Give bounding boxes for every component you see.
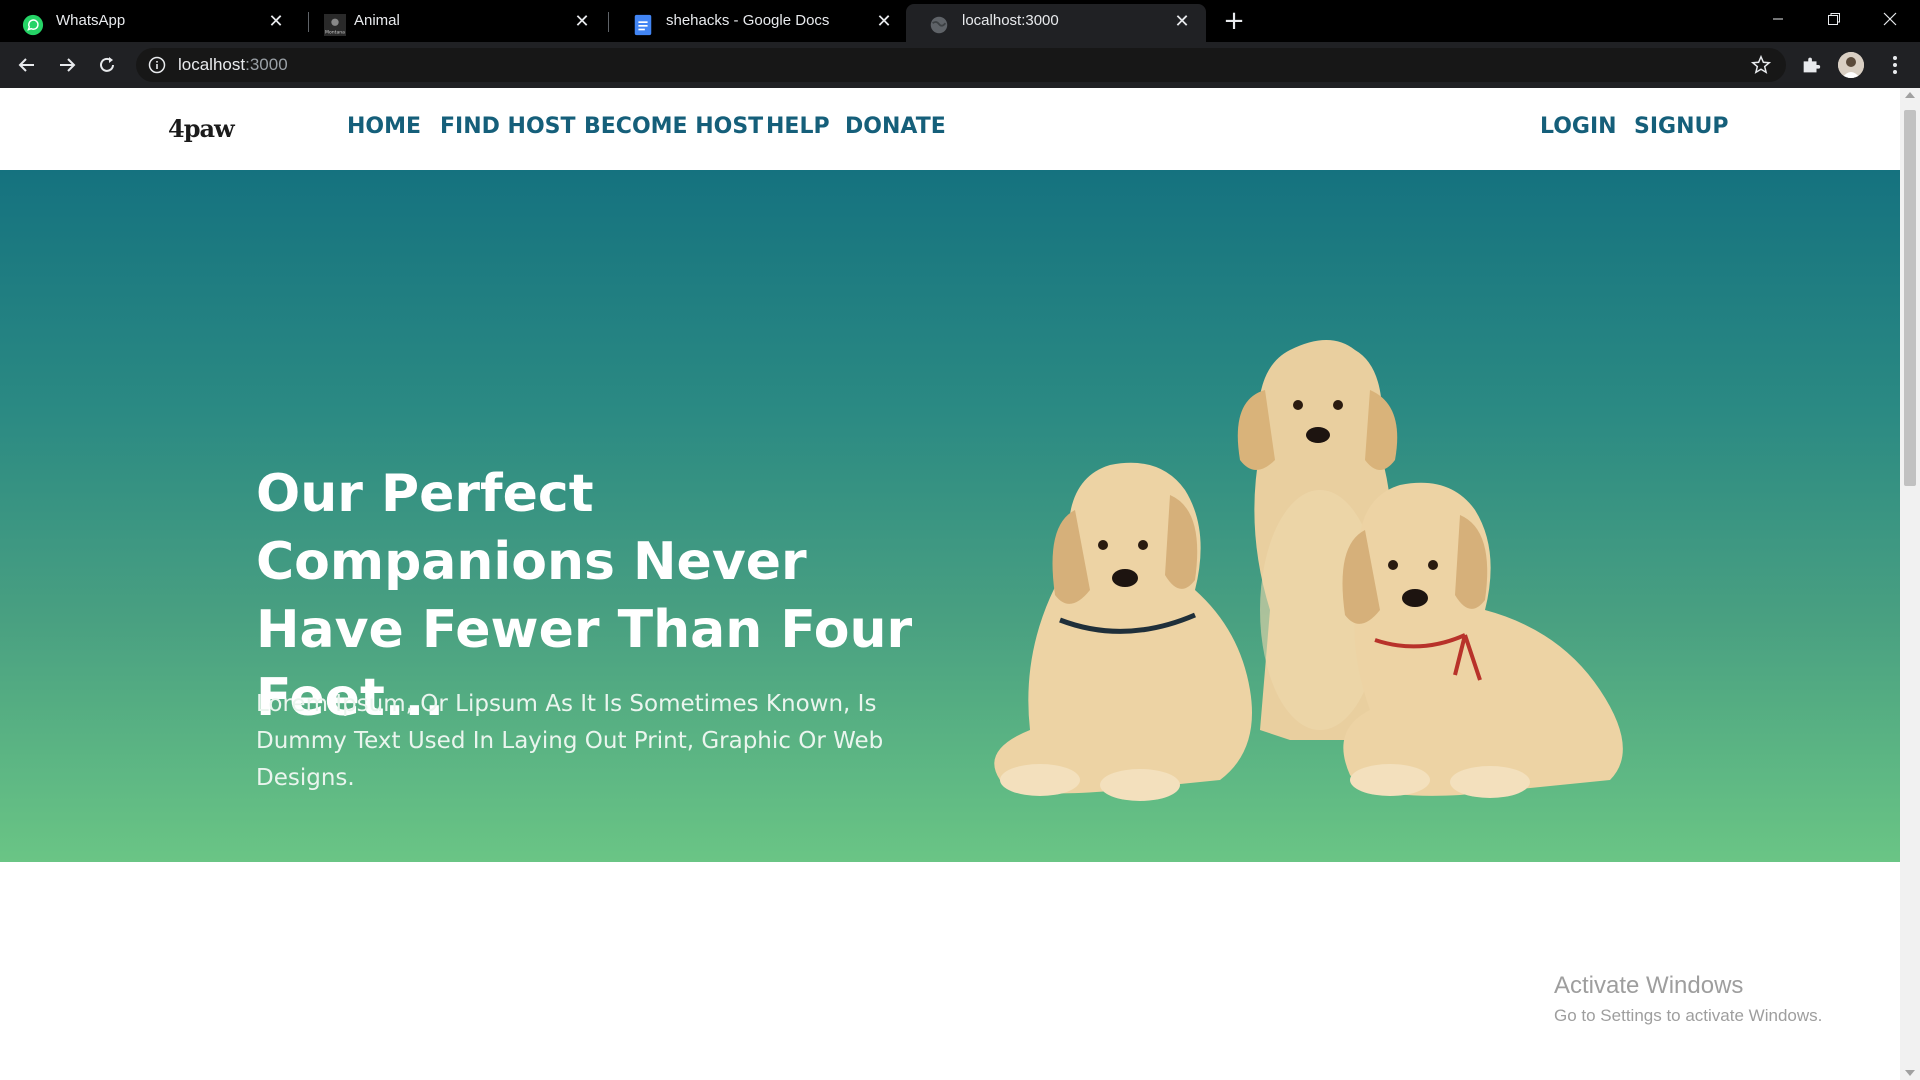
bookmark-star-icon[interactable] (1750, 54, 1772, 76)
arrow-right-icon (60, 58, 76, 72)
tab-localhost[interactable]: localhost:3000 ✕ (906, 4, 1206, 42)
animal-site-icon: Montana (324, 14, 346, 36)
hero-section: Our Perfect Companions Never Have Fewer … (0, 170, 1900, 862)
reload-button[interactable] (92, 50, 122, 80)
browser-menu-button[interactable] (1882, 52, 1908, 78)
minimize-button[interactable] (1750, 0, 1806, 38)
page-scrollbar[interactable] (1900, 88, 1920, 1080)
web-page: 4paw HOME FIND HOST BECOME HOST HELP DON… (0, 88, 1900, 1080)
nav-donate[interactable]: DONATE (845, 114, 946, 139)
extensions-button[interactable] (1798, 52, 1824, 78)
tab-separator (608, 12, 609, 32)
restore-button[interactable] (1806, 0, 1862, 38)
url-host: localhost (178, 55, 246, 74)
close-icon[interactable]: ✕ (1172, 11, 1192, 32)
minimize-icon (1773, 18, 1783, 20)
close-window-icon (1883, 12, 1897, 26)
windows-activation-subtitle: Go to Settings to activate Windows. (1554, 1006, 1823, 1025)
puppies-image (994, 340, 1623, 801)
nav-signup[interactable]: SIGNUP (1634, 114, 1729, 139)
scroll-down-arrow-icon[interactable] (1905, 1070, 1915, 1076)
kebab-menu-icon (1893, 56, 1897, 74)
tab-title: Animal (354, 12, 400, 29)
scrollbar-thumb[interactable] (1904, 110, 1916, 486)
site-navbar: 4paw HOME FIND HOST BECOME HOST HELP DON… (0, 88, 1900, 170)
arrow-left-icon (18, 58, 34, 72)
browser-toolbar: localhost:3000 (0, 42, 1920, 88)
restore-icon (1828, 13, 1840, 25)
nav-home[interactable]: HOME (347, 114, 421, 139)
puzzle-icon (1803, 57, 1821, 73)
url-text[interactable]: localhost:3000 (178, 48, 288, 82)
tab-title: WhatsApp (56, 12, 126, 29)
url-port: :3000 (245, 55, 288, 74)
forward-button[interactable] (52, 50, 82, 80)
nav-find-host[interactable]: FIND HOST (440, 114, 576, 139)
tab-animal[interactable]: Montana Animal ✕ (310, 4, 606, 42)
whatsapp-icon (22, 14, 44, 36)
hero-subtext: Lorem Ipsum, Or Lipsum As It Is Sometime… (256, 691, 884, 791)
site-logo[interactable]: 4paw (168, 114, 235, 143)
tab-title: shehacks - Google Docs (666, 12, 830, 29)
profile-avatar-icon (1838, 52, 1864, 78)
puppy-left (994, 462, 1252, 801)
back-button[interactable] (12, 50, 42, 80)
address-bar[interactable]: localhost:3000 (136, 48, 1786, 82)
nav-help[interactable]: HELP (766, 114, 830, 139)
windows-activation-title: Activate Windows (1554, 972, 1744, 999)
tab-separator (308, 12, 309, 32)
browser-tab-strip: WhatsApp ✕ Montana Animal ✕ shehacks - G… (0, 0, 1920, 42)
new-tab-button[interactable]: + (1220, 8, 1248, 36)
nav-become-host[interactable]: BECOME HOST (584, 114, 763, 139)
close-icon[interactable]: ✕ (572, 11, 592, 32)
scroll-up-arrow-icon[interactable] (1905, 92, 1915, 98)
reload-icon (100, 57, 114, 72)
close-icon[interactable]: ✕ (874, 11, 894, 32)
google-docs-icon (634, 14, 652, 36)
tab-whatsapp[interactable]: WhatsApp ✕ (0, 4, 300, 42)
close-icon[interactable]: ✕ (266, 11, 286, 32)
nav-login[interactable]: LOGIN (1540, 114, 1617, 139)
info-icon[interactable] (148, 56, 166, 74)
tab-google-docs[interactable]: shehacks - Google Docs ✕ (610, 4, 908, 42)
tab-title: localhost:3000 (962, 12, 1059, 29)
favicon-caption: Montana (325, 29, 345, 35)
close-window-button[interactable] (1862, 0, 1918, 38)
globe-icon (930, 16, 948, 34)
puppy-right (1342, 482, 1623, 798)
profile-avatar[interactable] (1838, 52, 1864, 78)
